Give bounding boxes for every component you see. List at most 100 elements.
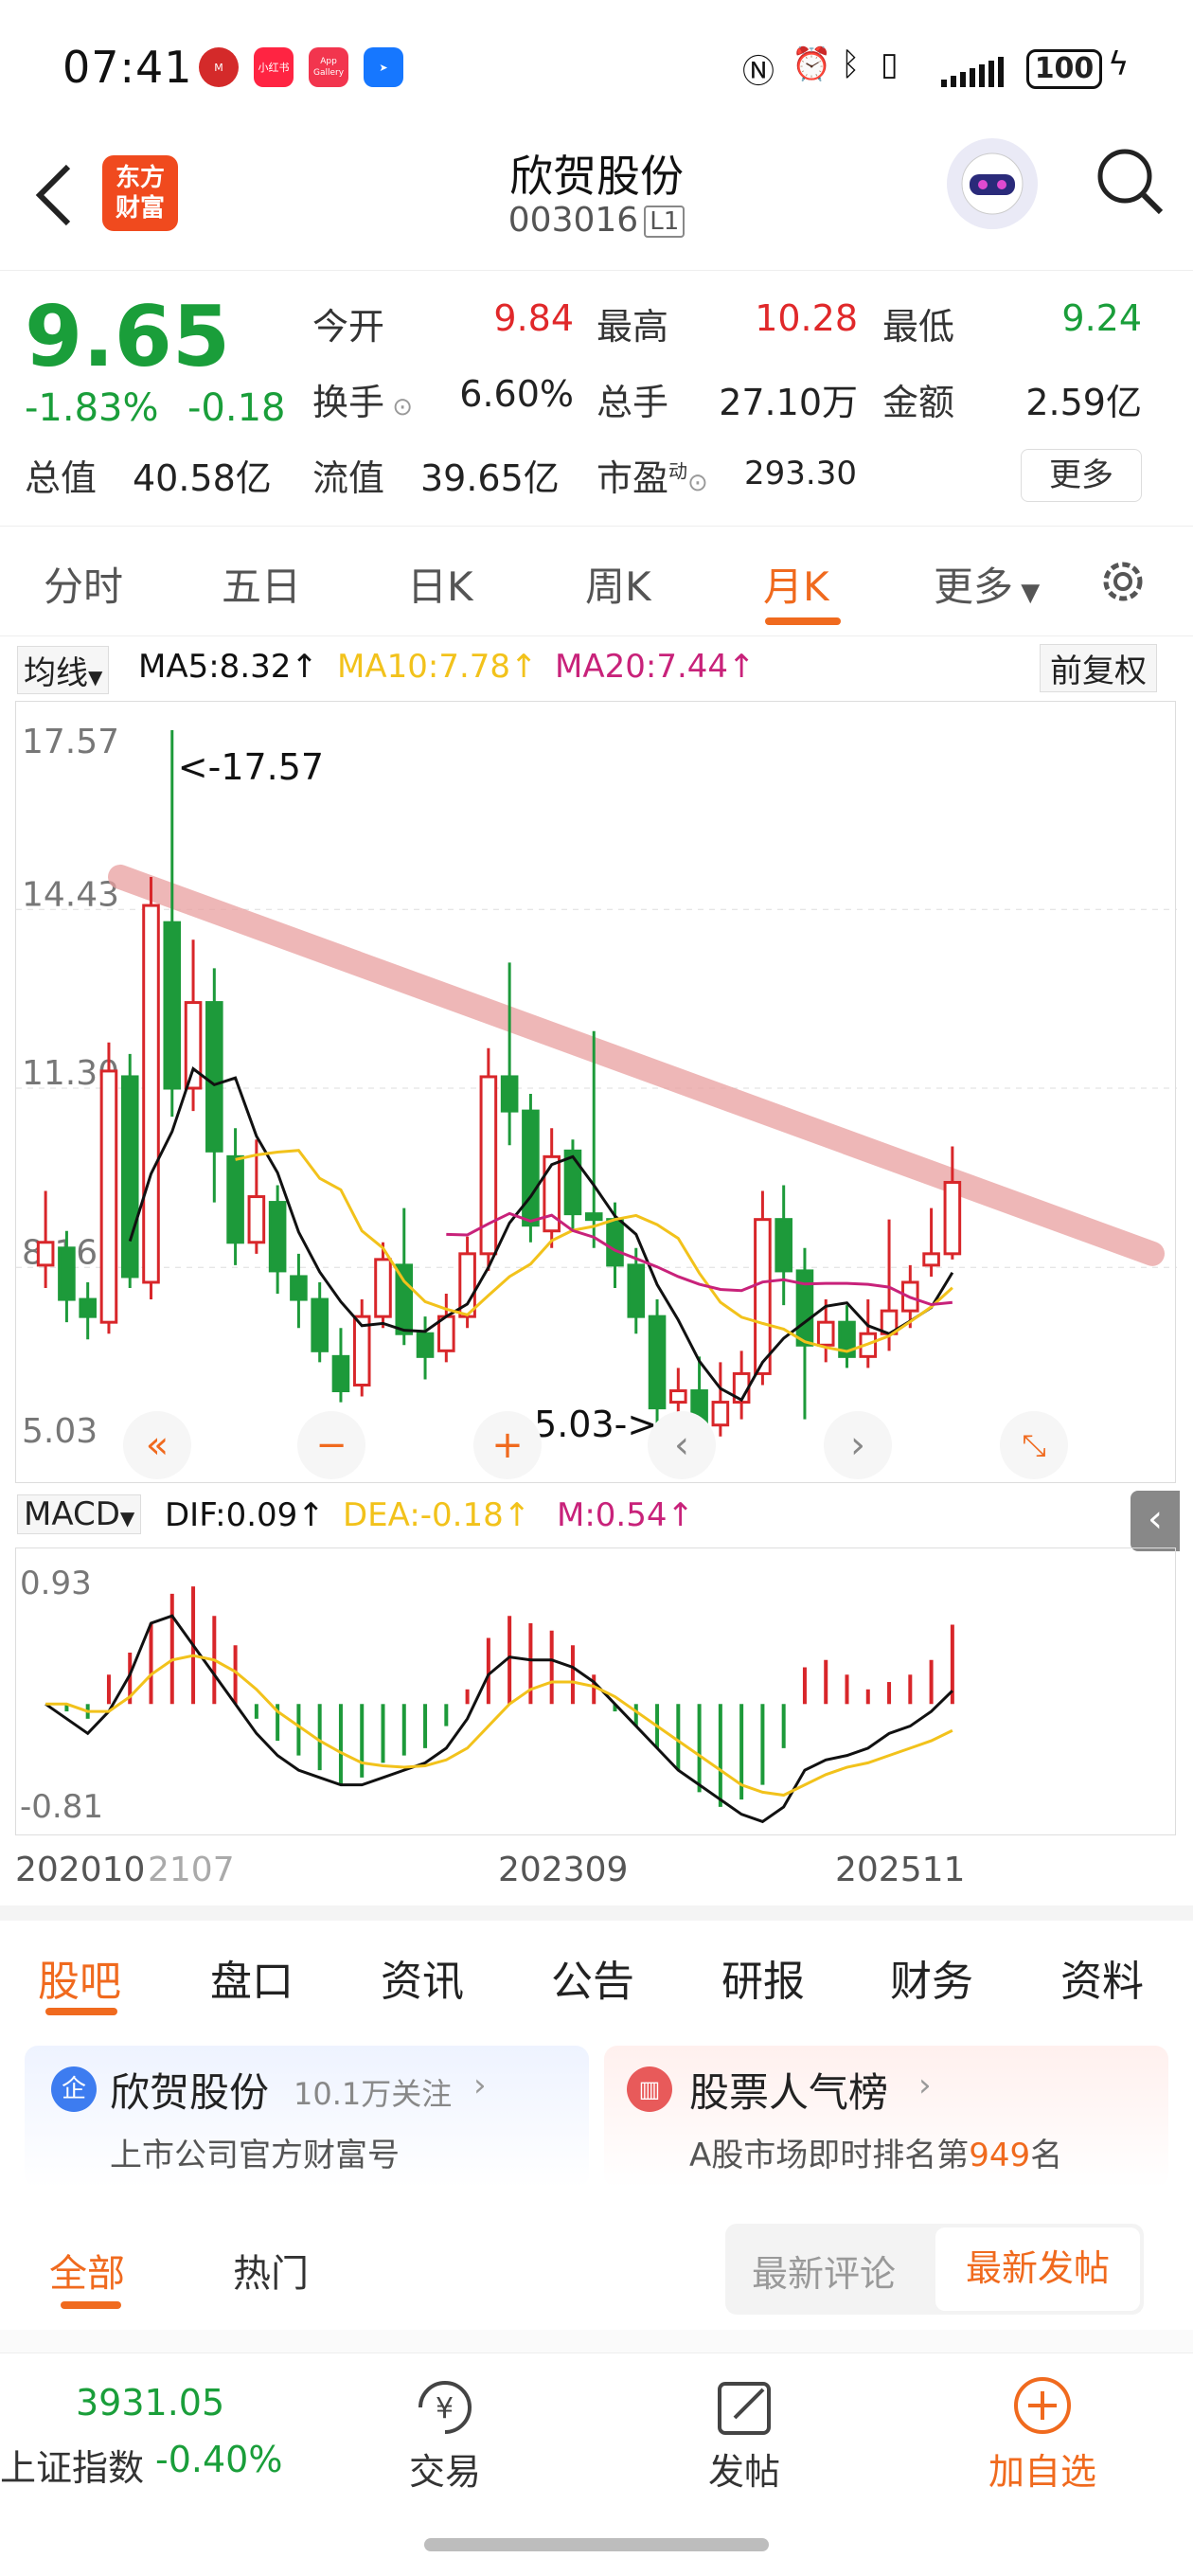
tab-daily-k[interactable]: 日K [407,555,473,613]
search-icon[interactable] [1095,146,1166,222]
zoom-out-icon[interactable]: − [297,1411,365,1479]
bank-app-icon: M [199,47,239,87]
add-watchlist-label[interactable]: 加自选 [981,2442,1104,2495]
candle-body [36,1241,55,1267]
more-quote-button[interactable]: 更多 [1021,449,1142,502]
divider [0,1905,1193,1921]
scroll-left-icon[interactable]: ‹ [648,1411,716,1479]
macd-chart[interactable]: 0.93 -0.81 [15,1547,1176,1835]
x-tick-label: 202010 [15,1851,146,1889]
candle-body [120,1075,139,1279]
chevron-right-icon: › [918,2066,932,2104]
home-indicator[interactable] [424,2538,769,2551]
trend-line [108,864,1165,1266]
tab-research[interactable]: 研报 [721,1947,805,2008]
ma-selector[interactable]: 均线▼ [17,646,110,694]
tab-news[interactable]: 资讯 [381,1947,464,2008]
dif-line [45,1614,953,1824]
candle-body [584,1212,603,1222]
svg-text:¥: ¥ [436,2392,454,2425]
sort-latest-post[interactable]: 最新发帖 [935,2227,1140,2311]
tab-profile[interactable]: 资料 [1060,1947,1144,2008]
robot-assistant-icon[interactable] [947,138,1038,229]
change-pct: -1.83% [25,386,159,430]
candle-body [290,1275,308,1301]
side-panel-toggle-icon[interactable]: ‹ [1131,1491,1180,1551]
tab-intraday[interactable]: 分时 [44,555,123,613]
high-label: 最高 [596,306,669,348]
candle-body [99,1069,118,1324]
low-value: 9.24 [1061,297,1142,339]
candle-body [563,1149,582,1216]
market-cap-value: 40.58亿 [133,457,272,499]
tab-pankou[interactable]: 盘口 [210,1947,294,2008]
candle-body [606,1218,624,1267]
m-value: M:0.54↑ [557,1496,694,1534]
index-value[interactable]: 3931.05 [76,2382,224,2424]
ma10-value: MA10:7.78↑ [337,648,538,686]
compose-icon[interactable] [714,2376,776,2442]
candle-body [775,1218,792,1273]
vibrate-icon: ▯ [881,45,899,83]
float-cap-label: 流值 [312,457,385,499]
tab-monthly-k[interactable]: 月K [763,555,829,613]
candle-body [374,1258,392,1318]
popularity-rank-sub: A股市场即时排名第949名 [689,2137,1063,2174]
filter-hot[interactable]: 热门 [233,2243,309,2298]
official-account-name: 欣贺股份 [110,2069,270,2116]
candle-body [311,1297,329,1352]
filter-all[interactable]: 全部 [49,2243,125,2298]
divider [0,2330,1193,2352]
trade-label[interactable]: 交易 [398,2442,492,2495]
candle-body [922,1252,940,1267]
sort-toggle: 最新评论 最新发帖 [725,2224,1144,2315]
high-value: 10.28 [755,297,858,339]
fullscreen-icon[interactable]: ⤡ [1000,1411,1068,1479]
post-label[interactable]: 发帖 [697,2442,792,2495]
kline-chart[interactable]: 17.5714.4311.308.165.03<-17.575.03-> [15,701,1177,1483]
zoom-in-icon[interactable]: + [473,1411,542,1479]
popularity-rank-card[interactable]: ▥ 股票人气榜 › A股市场即时排名第949名 [604,2046,1168,2188]
signal-icon [941,53,1017,91]
charging-icon: ϟ [1108,45,1130,83]
tab-guba[interactable]: 股吧 [38,1947,121,2008]
scroll-left-fast-icon[interactable]: « [123,1411,191,1479]
nfc-icon: Ⓝ [742,53,775,91]
enterprise-badge-icon: 企 [51,2066,97,2112]
macd-selector[interactable]: MACD▼ [17,1494,142,1534]
candle-body [669,1389,687,1404]
float-cap-value: 39.65亿 [420,457,560,499]
index-change: -0.40% [155,2439,283,2480]
trade-icon[interactable]: ¥ [409,2376,481,2442]
amount-value: 2.59亿 [1025,382,1142,423]
tab-five-day[interactable]: 五日 [222,555,301,613]
ma5-value: MA5:8.32↑ [138,648,318,686]
y-tick-label: -0.81 [20,1788,103,1826]
tab-finance[interactable]: 财务 [890,1947,973,2008]
official-account-card[interactable]: 企 欣贺股份 10.1万关注 › 上市公司官方财富号 [25,2046,589,2188]
candle-body [331,1354,350,1393]
alarm-icon: ⏰ [792,45,832,83]
tab-weekly-k[interactable]: 周K [585,555,651,613]
dea-line [45,1654,953,1798]
period-tabs: 分时 五日 日K 周K 月K 更多 ▼ [0,527,1193,636]
scroll-right-icon[interactable]: › [824,1411,892,1479]
add-watchlist-icon[interactable] [1011,2374,1074,2441]
index-name[interactable]: 上证指数 [0,2439,144,2491]
candle-body [816,1320,835,1347]
candle-body [522,1109,540,1227]
level-badge: L1 [644,206,686,238]
official-account-sub: 上市公司官方财富号 [110,2137,400,2174]
ma-line [446,1211,953,1307]
settings-gear-icon[interactable] [1095,553,1151,614]
candle-body [268,1201,287,1273]
quote-panel: 9.65 -1.83% -0.18 今开 9.84 最高 10.28 最低 9.… [0,275,1193,527]
amount-label: 金额 [882,382,955,423]
tab-announcements[interactable]: 公告 [551,1947,634,2008]
sort-latest-comment[interactable]: 最新评论 [752,2245,896,2297]
tab-more[interactable]: 更多 ▼ [934,555,1040,613]
adjust-selector[interactable]: 前复权 [1040,644,1157,692]
candle-body [163,921,182,1090]
open-value: 9.84 [493,297,574,339]
candle-body [711,1401,730,1427]
